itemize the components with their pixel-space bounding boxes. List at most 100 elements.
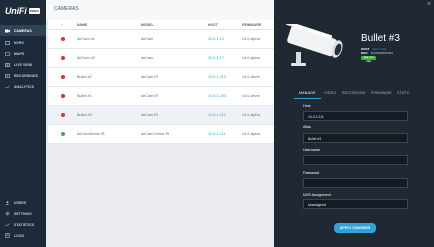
sidebar-item-label: MAPS [14, 51, 25, 56]
camera-host-link[interactable]: 10.0.1.17 [208, 56, 224, 60]
alias-input-value: Bullet #3 [308, 137, 322, 141]
column-header-firmware[interactable]: FIRMWARE [242, 23, 261, 27]
sidebar-item-label: SETTINGS [14, 211, 32, 216]
tab-recording[interactable]: RECORDING [342, 91, 366, 95]
camera-firmware-cell: v3.0-alpha [242, 113, 260, 117]
username-field-label: Username [303, 148, 321, 152]
mac-label: MAC [361, 51, 368, 55]
mac-value: DC9FDB015259 [370, 51, 393, 55]
camera-firmware-cell: v3.0-alpha [242, 56, 260, 60]
sidebar-item-cameras[interactable]: CAMERAS [0, 25, 46, 36]
column-header-model[interactable]: MODEL [141, 23, 154, 27]
status-indicator [61, 94, 65, 98]
table-row[interactable]: Bullet #2 airCam IR 10.0.1.212 v3.0-devel [48, 68, 274, 87]
status-indicator [61, 113, 65, 117]
camera-model-cell: airCam [141, 56, 154, 60]
sidebar-item-users[interactable]: USERS [0, 197, 46, 208]
logo-badge: VIDEO [28, 8, 40, 14]
camera-name-cell: Bullet #3 [77, 113, 92, 117]
sidebar-item-label: RECORDINGS [14, 73, 38, 78]
nvr-icon [5, 40, 10, 45]
column-header-host[interactable]: HOST [208, 23, 218, 27]
statistics-icon [5, 222, 10, 227]
username-input[interactable] [303, 155, 408, 165]
camera-host-link[interactable]: 10.0.1.211 [208, 132, 226, 136]
sidebar: UniFi VIDEO CAMERAS NVRS MAPS LIVE VIEW … [0, 0, 46, 247]
camera-firmware-cell: v3.0-devel [242, 94, 260, 98]
page-title: CAMERAS [54, 6, 79, 12]
camera-name-cell: Bullet #1 [77, 94, 92, 98]
sidebar-item-analytics[interactable]: ANALYTICS [0, 81, 46, 92]
tab-stats[interactable]: STATS [397, 91, 409, 95]
sidebar-item-label: USERS [14, 200, 27, 205]
nvr-assignment-select[interactable]: Unassigned ⌄ [303, 199, 408, 209]
sidebar-item-nvrs[interactable]: NVRS [0, 37, 46, 48]
camera-image [285, 24, 343, 66]
host-input[interactable]: 10.0.1.211 [303, 111, 408, 121]
panel-tabs: MANAGE VIDEO RECORDING FIRMWARE STATS [294, 89, 434, 99]
sidebar-item-live-view[interactable]: LIVE VIEW [0, 59, 46, 70]
logs-icon [5, 233, 10, 238]
table-row[interactable]: Bullet #1 airCam IR 10.0.1.254 v3.0-devel [48, 87, 274, 106]
live-view-icon [5, 62, 10, 67]
chevron-down-icon: ⌄ [308, 202, 312, 207]
sidebar-item-statistics[interactable]: STATISTICS [0, 219, 46, 230]
camera-host-link[interactable]: 10.0.1.212 [208, 75, 226, 79]
camera-name-cell: Bullet #2 [77, 75, 92, 79]
tab-manage[interactable]: MANAGE [299, 91, 316, 95]
table-header: ↕ NAME MODEL HOST FIRMWARE [48, 20, 274, 30]
sidebar-item-label: LIVE VIEW [14, 62, 33, 67]
status-indicator [61, 132, 65, 136]
camera-name-cell: AirCam #2 [77, 56, 95, 60]
sidebar-item-label: NVRS [14, 40, 24, 45]
gear-icon [5, 211, 10, 216]
sidebar-item-maps[interactable]: MAPS [0, 48, 46, 59]
camera-model-cell: airCam Dome IR [141, 132, 170, 136]
password-input[interactable] [303, 178, 408, 188]
camera-firmware-cell: v3.0-alpha [242, 132, 260, 136]
sidebar-item-label: CAMERAS [14, 28, 32, 33]
web-live-view-button[interactable]: WEB LIVE VIEW [361, 56, 376, 63]
sidebar-item-recordings[interactable]: RECORDINGS [0, 70, 46, 81]
table-row[interactable]: AirCam #1 airCam 10.0.1.19 v3.0-alpha [48, 30, 274, 49]
status-indicator [61, 37, 65, 41]
host-input-value: 10.0.1.211 [308, 115, 324, 119]
apply-changes-button[interactable]: APPLY CHANGES [334, 223, 376, 233]
logo-text: UniFi [5, 6, 27, 16]
camera-mac: MAC DC9FDB015259 [361, 51, 393, 55]
camera-icon [5, 28, 10, 33]
camera-firmware-cell: v3.0-alpha [242, 37, 260, 41]
sidebar-item-label: LOGS [14, 233, 25, 238]
table-row[interactable]: AirCamDome IR airCam Dome IR 10.0.1.211 v3.… [48, 125, 274, 144]
map-icon [5, 51, 10, 56]
camera-firmware-cell: v3.0-devel [242, 75, 260, 79]
sidebar-item-label: STATISTICS [14, 222, 35, 227]
tab-firmware[interactable]: FIRMWARE [371, 91, 392, 95]
camera-name-cell: AirCam #1 [77, 37, 95, 41]
camera-name: Bullet #3 [361, 33, 400, 44]
camera-name-cell: AirCamDome IR [77, 132, 105, 136]
active-tab-indicator [294, 98, 321, 99]
alias-field-label: Alias [303, 125, 311, 129]
unifi-video-logo[interactable]: UniFi VIDEO [5, 3, 40, 19]
camera-model-cell: airCam [141, 37, 154, 41]
camera-table: ↕ NAME MODEL HOST FIRMWARE AirCam #1 airC… [48, 20, 274, 144]
camera-host-link[interactable]: 10.0.1.19 [208, 37, 224, 41]
table-row[interactable]: Bullet #3 airCam IR 10.0.1.211 v3.0-alpha [48, 106, 274, 125]
nvr-assignment-label: NVR Assignment [303, 193, 331, 197]
table-row[interactable]: AirCam #2 airCam 10.0.1.17 v3.0-alpha [48, 49, 274, 68]
sidebar-item-logs[interactable]: LOGS [0, 230, 46, 241]
column-header-name[interactable]: NAME [77, 23, 87, 27]
close-icon[interactable]: × [427, 1, 431, 8]
camera-model-cell: airCam IR [141, 113, 159, 117]
sidebar-item-settings[interactable]: SETTINGS [0, 208, 46, 219]
analytics-icon [5, 84, 10, 89]
tab-video[interactable]: VIDEO [324, 91, 336, 95]
sort-icon[interactable]: ↕ [61, 23, 63, 27]
password-field-label: Password [303, 171, 320, 175]
alias-input[interactable]: Bullet #3 [303, 133, 408, 143]
camera-detail-panel: × Bullet #3 HOST 10.0.1.211 MAC DC9FDB0152… [274, 0, 434, 247]
camera-host-link[interactable]: 10.0.1.211 [208, 113, 226, 117]
host-field-label: Host [303, 104, 311, 108]
camera-host-link[interactable]: 10.0.1.254 [208, 94, 226, 98]
